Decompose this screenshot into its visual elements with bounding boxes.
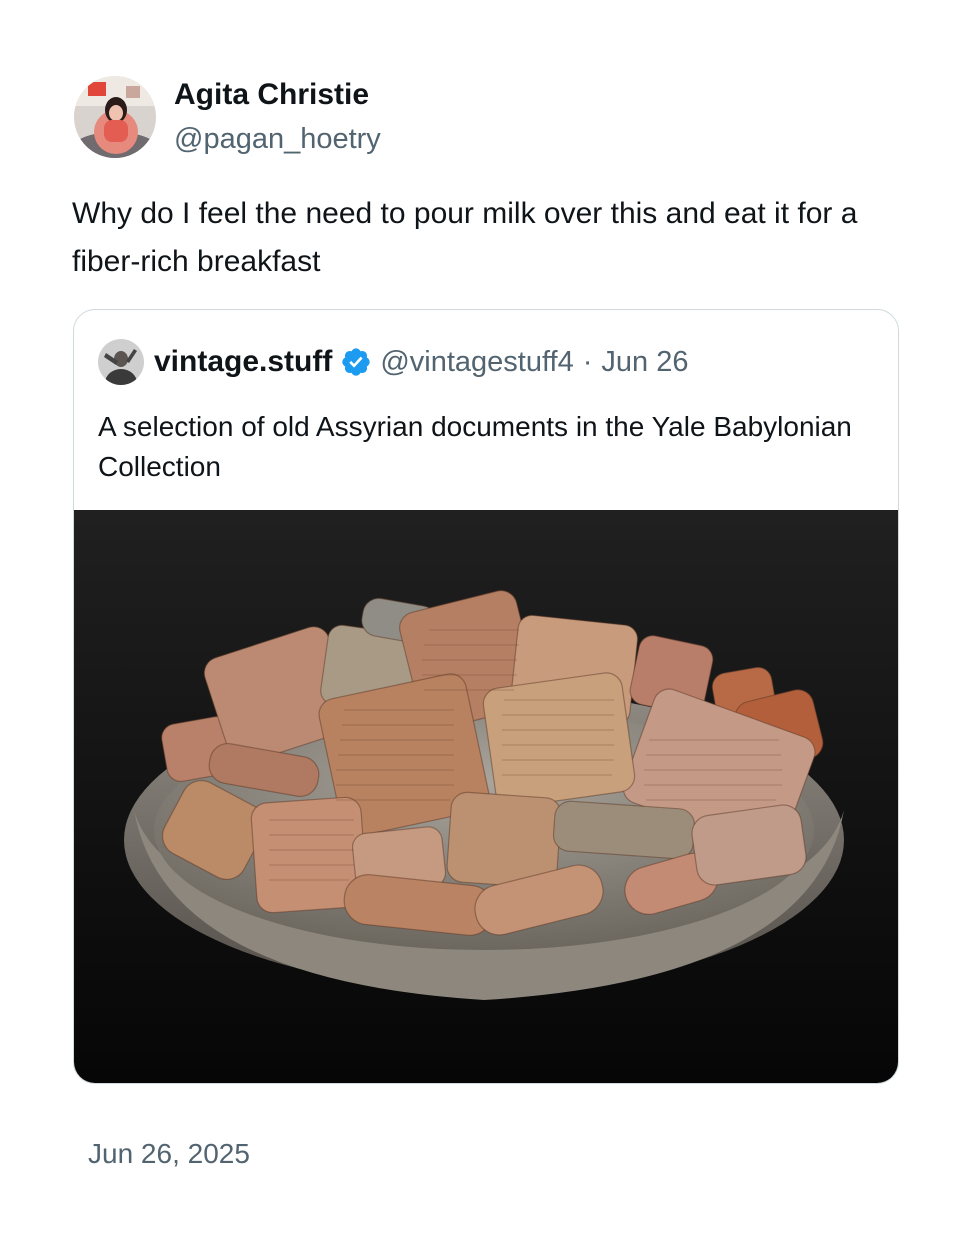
author-names: Agita Christie @pagan_hoetry (174, 73, 381, 161)
clay-tablets-bowl-image (124, 590, 844, 1000)
dot-separator: · (582, 345, 593, 378)
quoted-post-card[interactable]: vintage.stuff @vintagestuff4 · Jun 26 A … (73, 309, 899, 1084)
quoted-author-handle[interactable]: @vintagestuff4 (380, 346, 573, 379)
post-timestamp[interactable]: Jun 26, 2025 (88, 1134, 250, 1174)
post-text: Why do I feel the need to pour milk over… (72, 197, 858, 278)
quoted-post-date[interactable]: Jun 26 (601, 346, 688, 379)
verified-badge-icon (342, 348, 371, 376)
author-display-name[interactable]: Agita Christie (174, 73, 381, 117)
post: Agita Christie @pagan_hoetry Why do I fe… (0, 0, 970, 1246)
quoted-author-display-name[interactable]: vintage.stuff (154, 345, 332, 379)
quoted-post-header: vintage.stuff @vintagestuff4 · Jun 26 (98, 338, 688, 386)
author-handle[interactable]: @pagan_hoetry (174, 117, 381, 161)
author-row: Agita Christie @pagan_hoetry (74, 74, 381, 160)
quoted-post-photo[interactable] (74, 510, 898, 1083)
author-avatar[interactable] (74, 76, 156, 158)
quoted-author-avatar[interactable] (98, 339, 144, 385)
quoted-post-text: A selection of old Assyrian documents in… (98, 411, 852, 482)
